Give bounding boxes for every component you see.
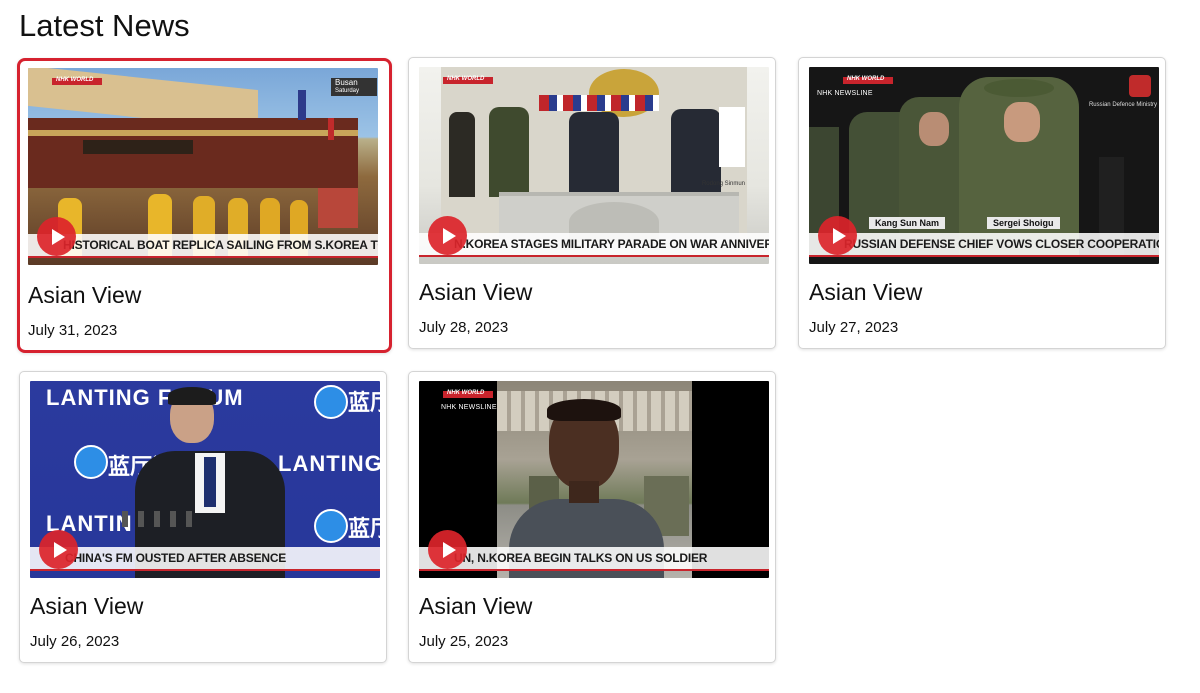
video-thumbnail[interactable]: NHK WORLD Busan Saturday HISTORICAL BOAT… [28,68,378,265]
card-date: July 28, 2023 [419,319,509,336]
card-date: July 26, 2023 [30,633,120,650]
video-caption: CHINA'S FM OUSTED AFTER ABSENCE [65,551,287,565]
backdrop-text: LANTING [278,451,380,476]
news-card-2[interactable]: NHK WORLD Rodong Sinmun N.KOREA STAGES M… [408,57,776,349]
card-date: July 25, 2023 [419,633,509,650]
location-tag: Busan Saturday [331,78,377,96]
video-thumbnail[interactable]: Russian Defence Ministry Kang Sun Nam Se… [809,67,1159,264]
video-caption: N.KOREA STAGES MILITARY PARADE ON WAR AN… [454,237,769,251]
news-card-4[interactable]: LANTING FORUM 蓝厅 蓝厅论坛 LANTING LANTIN 蓝厅 … [19,371,387,663]
card-date: July 27, 2023 [809,319,899,336]
video-caption-bar: UN, N.KOREA BEGIN TALKS ON US SOLDIER [419,547,769,571]
play-icon[interactable] [428,530,467,569]
news-card-5[interactable]: NHK WORLD NHK NEWSLINE UN, N.KOREA BEGIN… [408,371,776,663]
card-title[interactable]: Asian View [419,593,532,620]
video-thumbnail[interactable]: NHK WORLD Rodong Sinmun N.KOREA STAGES M… [419,67,769,264]
card-title[interactable]: Asian View [28,282,141,309]
play-icon[interactable] [37,217,76,256]
image-credit: Russian Defence Ministry [1088,102,1157,108]
page-title: Latest News [19,8,190,43]
card-title[interactable]: Asian View [419,279,532,306]
newsline-label: NHK NEWSLINE [817,90,873,97]
news-card-1[interactable]: NHK WORLD Busan Saturday HISTORICAL BOAT… [17,58,392,353]
nhk-logo: NHK WORLD [443,76,493,89]
nhk-logo: NHK WORLD [52,77,102,90]
video-caption-bar: N.KOREA STAGES MILITARY PARADE ON WAR AN… [419,233,769,257]
backdrop-text: 蓝厅 [348,516,380,541]
card-title[interactable]: Asian View [809,279,922,306]
video-caption-bar: CHINA'S FM OUSTED AFTER ABSENCE [30,547,380,571]
backdrop-text: 蓝厅 [348,390,380,415]
video-caption-bar: RUSSIAN DEFENSE CHIEF VOWS CLOSER COOPER… [809,233,1159,257]
news-card-3[interactable]: Russian Defence Ministry Kang Sun Nam Se… [798,57,1166,349]
card-date: July 31, 2023 [28,322,118,339]
video-thumbnail[interactable]: NHK WORLD NHK NEWSLINE UN, N.KOREA BEGIN… [419,381,769,578]
play-icon[interactable] [39,530,78,569]
play-icon[interactable] [428,216,467,255]
video-caption: RUSSIAN DEFENSE CHIEF VOWS CLOSER COOPER… [844,237,1159,251]
name-tag: Kang Sun Nam [869,217,946,229]
nhk-logo: NHK WORLD [443,390,493,403]
play-icon[interactable] [818,216,857,255]
name-tag: Sergei Shoigu [987,217,1060,229]
video-caption: UN, N.KOREA BEGIN TALKS ON US SOLDIER [454,551,708,565]
card-title[interactable]: Asian View [30,593,143,620]
nhk-logo: NHK WORLD [843,76,893,89]
video-thumbnail[interactable]: LANTING FORUM 蓝厅 蓝厅论坛 LANTING LANTIN 蓝厅 … [30,381,380,578]
video-caption: HISTORICAL BOAT REPLICA SAILING FROM S.K… [63,238,378,252]
newsline-label: NHK NEWSLINE [441,404,497,411]
image-credit: Rodong Sinmun [701,181,745,187]
video-caption-bar: HISTORICAL BOAT REPLICA SAILING FROM S.K… [28,234,378,258]
